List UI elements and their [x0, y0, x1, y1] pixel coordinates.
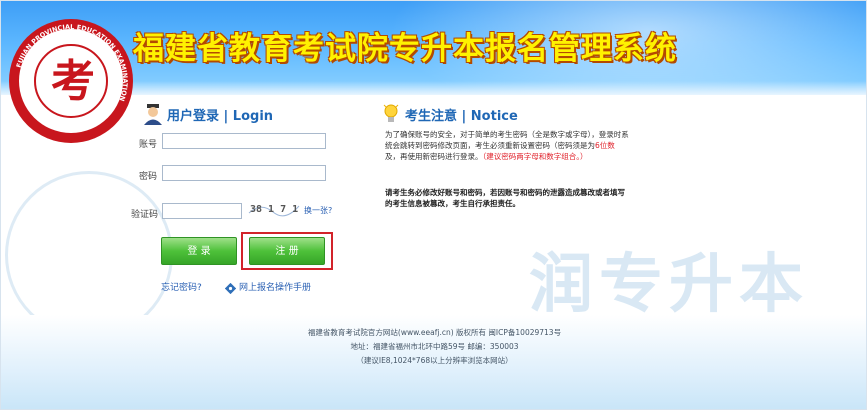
notice-title: 考生注意 | Notice [405, 108, 518, 124]
login-button[interactable]: 登 录 [161, 237, 237, 265]
password-label: 密码 [139, 172, 158, 182]
footer-copyright: 福建省教育考试院官方网站(www.eeafj.cn) 版权所有 闽ICP备100… [307, 328, 562, 337]
watermark-text: 润专升本 [529, 248, 809, 322]
account-label: 账号 [139, 140, 158, 150]
notice-header: 考生注意 | Notice [383, 103, 518, 125]
footer-address: 地址：福建省福州市北环中路59号 邮编：350003 [350, 342, 519, 351]
highlight-box [241, 232, 333, 270]
forgot-password-link[interactable]: 忘记密码? [161, 280, 202, 293]
page-title: 福建省教育考试院专升本报名管理系统 [133, 31, 677, 67]
captcha-image[interactable]: 38 1 7 1 [247, 198, 301, 220]
notice-line-3-red: （建议密码两字母和数字组合。） [482, 152, 588, 161]
user-icon [143, 103, 163, 125]
footer-browser-hint: （建议IE8,1024*768以上分辨率浏览本网站） [356, 356, 513, 365]
lightbulb-icon [383, 103, 399, 125]
watermark-circle-icon [5, 171, 173, 339]
captcha-label: 验证码 [131, 210, 159, 220]
notice-line-2-red: 6位数 [595, 141, 615, 150]
school-logo: FUJIAN PROVINCIAL EDUCATION EXAMINATION … [9, 19, 133, 143]
page-footer: 福建省教育考试院官方网站(www.eeafj.cn) 版权所有 闽ICP备100… [1, 315, 866, 409]
logo-emblem-icon: 考 [34, 44, 108, 118]
login-header: 用户登录 | Login [143, 103, 273, 125]
account-input[interactable] [162, 133, 326, 149]
notice-body: 为了确保账号的安全，对于简单的考生密码（全是数字或字母），登录时系 统会跳转到密… [385, 129, 649, 162]
manual-icon [224, 279, 237, 295]
manual-link[interactable]: 网上报名操作手册 [239, 280, 311, 293]
captcha-text: 38 1 7 1 [250, 204, 298, 215]
notice-line-1: 为了确保账号的安全，对于简单的考生密码（全是数字或字母），登录时系 [385, 130, 629, 139]
notice-warning: 请考生务必修改好账号和密码，若因账号和密码的泄露造成篡改或者填写 的考生信息被篡… [385, 187, 649, 209]
notice-line-2: 统会跳转到密码修改页面，考生必须重新设置密码（密码须是为6位数 [385, 141, 615, 150]
login-title: 用户登录 | Login [167, 108, 274, 124]
app-window: 福建省教育考试院专升本报名管理系统 FUJIAN PROVINCIAL EDUC… [0, 0, 867, 410]
refresh-captcha-link[interactable]: 换一张? [304, 205, 332, 216]
captcha-input[interactable] [162, 203, 242, 219]
notice-warning-line-2: 的考生信息被篡改，考生自行承担责任。 [385, 199, 520, 208]
notice-line-3: 及，再使用新密码进行登录。（建议密码两字母和数字组合。） [385, 152, 588, 161]
password-input[interactable] [162, 165, 326, 181]
notice-warning-line-1: 请考生务必修改好账号和密码，若因账号和密码的泄露造成篡改或者填写 [385, 188, 625, 197]
